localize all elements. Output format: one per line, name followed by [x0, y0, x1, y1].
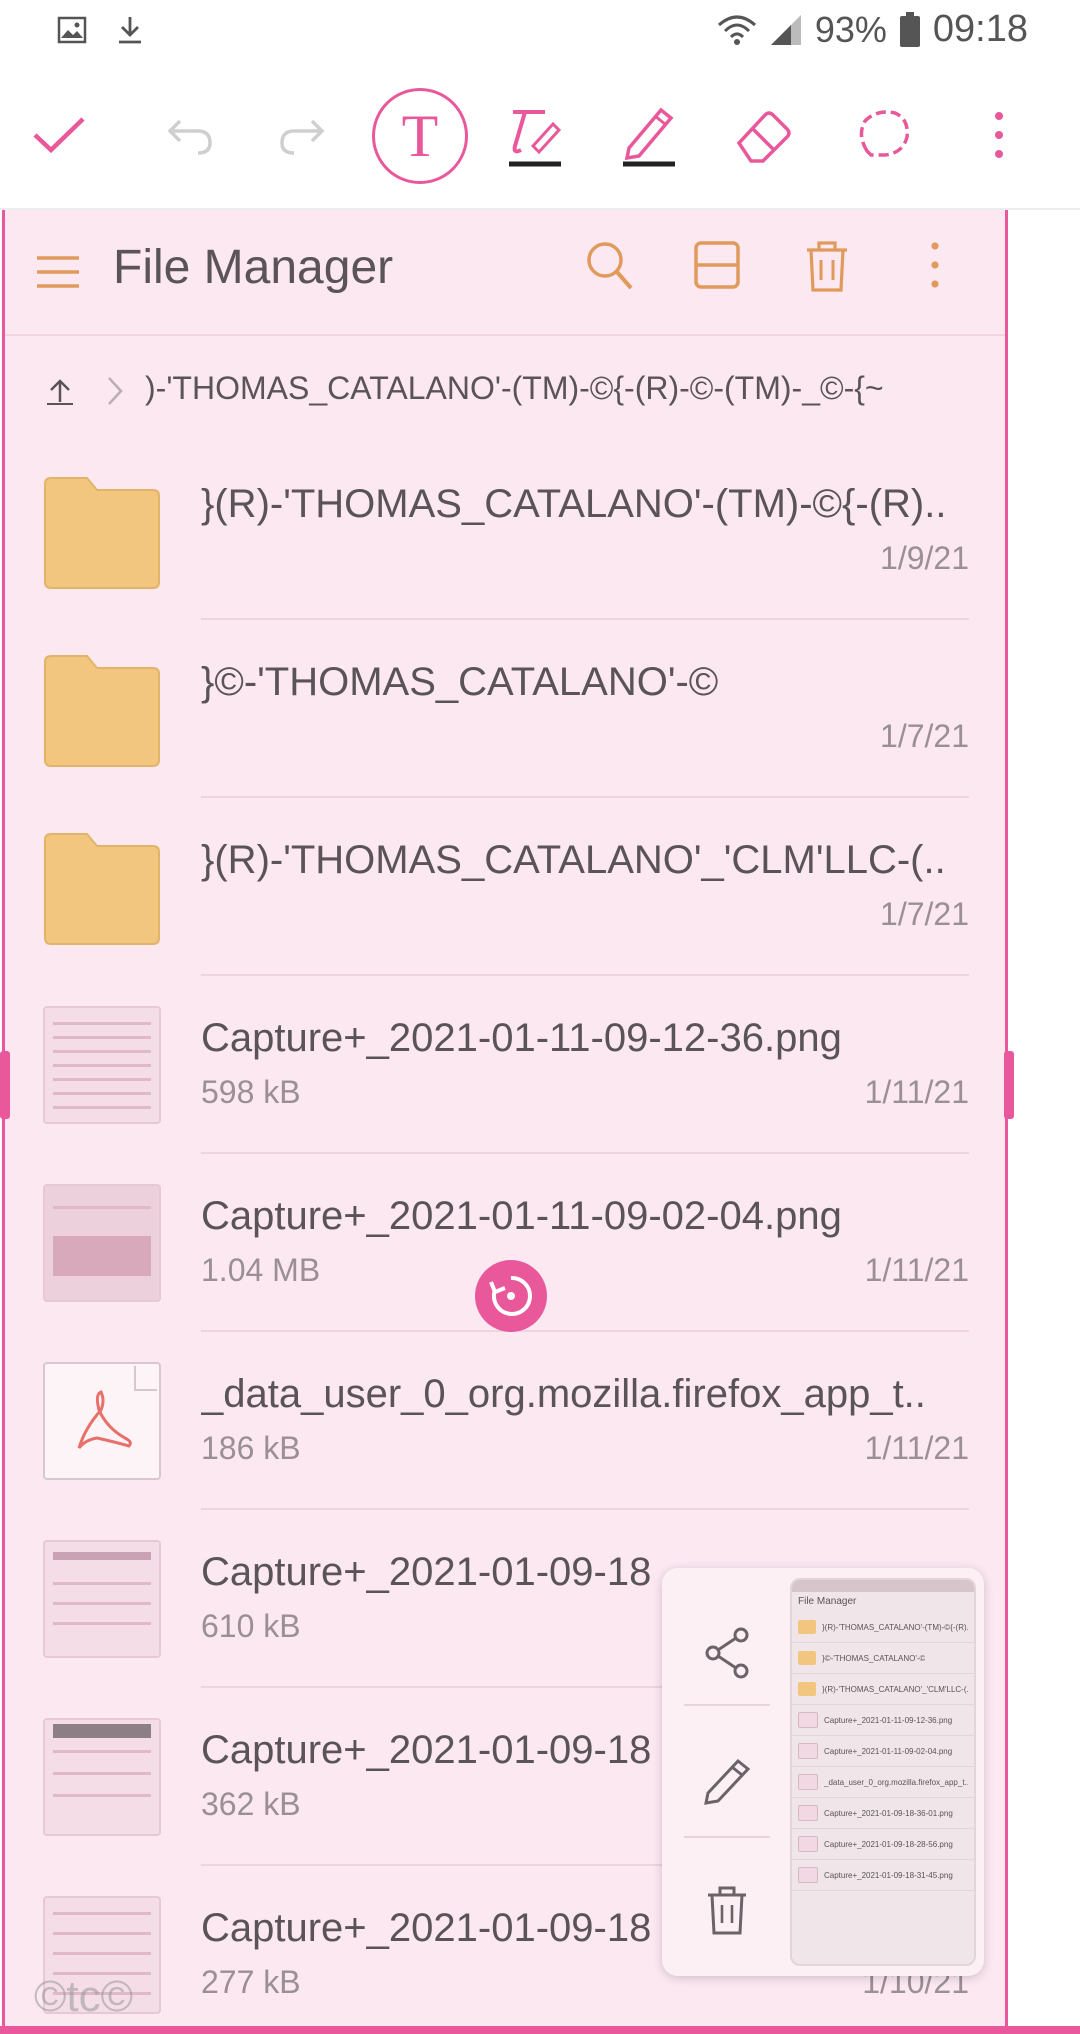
- pdf-icon: [798, 1774, 818, 1790]
- text-tool-button[interactable]: T: [372, 88, 468, 184]
- crop-handle-left[interactable]: [0, 1051, 10, 1119]
- folder-icon: [798, 1651, 816, 1665]
- download-icon: [114, 14, 146, 46]
- preview-actions: [662, 1568, 792, 1976]
- redo-icon[interactable]: [258, 80, 348, 190]
- screenshot-thumbnail[interactable]: File Manager }(R)-'THOMAS_CATALANO'-(TM)…: [790, 1578, 976, 1966]
- file-date: 1/11/21: [864, 1430, 969, 1466]
- file-date: 1/7/21: [880, 718, 969, 754]
- thumb-row: Capture+_2021-01-11-09-02-04.png: [792, 1736, 974, 1767]
- thumb-row: Capture+_2021-01-09-18-31-45.png: [792, 1860, 974, 1891]
- file-name: Capture+_2021-01-11-09-12-36.png: [201, 1016, 842, 1060]
- folder-icon: [43, 650, 161, 768]
- check-icon[interactable]: [14, 80, 104, 190]
- breadcrumb-path[interactable]: )-'THOMAS_CATALANO'-(TM)-©{-(R)-©-(TM)-_…: [145, 370, 975, 407]
- pen-tool-icon[interactable]: [490, 80, 580, 190]
- status-left-icons: [56, 14, 146, 46]
- file-size: 362 kB: [201, 1786, 301, 1822]
- file-name: }(R)-'THOMAS_CATALANO'_'CLM'LLC-(..: [201, 838, 946, 882]
- file-size: 277 kB: [201, 1964, 301, 2000]
- file-manager-app-bar: File Manager: [5, 210, 1005, 334]
- crop-handle-right[interactable]: [1004, 1051, 1014, 1119]
- file-name: }(R)-'THOMAS_CATALANO'-(TM)-©{-(R)..: [201, 482, 947, 526]
- eraser-icon[interactable]: [718, 80, 808, 190]
- delete-icon[interactable]: [684, 1856, 770, 1966]
- file-size: 186 kB: [201, 1430, 301, 1466]
- image-icon: [798, 1805, 818, 1821]
- pencil-tool-icon[interactable]: [604, 80, 694, 190]
- action-divider: [684, 1836, 770, 1838]
- list-item[interactable]: }©-'THOMAS_CATALANO'-© 1/7/21: [5, 620, 1005, 798]
- folder-icon: [43, 472, 161, 590]
- screenshot-preview-panel: File Manager }(R)-'THOMAS_CATALANO'-(TM)…: [662, 1568, 984, 1976]
- file-name: _data_user_0_org.mozilla.firefox_app_t..: [201, 1372, 926, 1416]
- watermark: ©tc©: [34, 1972, 134, 2021]
- battery-icon: [899, 11, 921, 48]
- list-item[interactable]: }(R)-'THOMAS_CATALANO'_'CLM'LLC-(.. 1/7/…: [5, 798, 1005, 976]
- chevron-right-icon: [105, 374, 127, 413]
- thumb-row: Capture+_2021-01-11-09-12-36.png: [792, 1705, 974, 1736]
- file-size: 1.04 MB: [201, 1252, 321, 1288]
- drawing-toolbar: [0, 80, 1080, 190]
- thumb-row: Capture+_2021-01-09-18-36-01.png: [792, 1798, 974, 1829]
- thumb-row: }(R)-'THOMAS_CATALANO'_'CLM'LLC-(..: [792, 1674, 974, 1705]
- list-item[interactable]: _data_user_0_org.mozilla.firefox_app_t..…: [5, 1332, 1005, 1510]
- battery-percent: 93%: [814, 8, 887, 50]
- file-name: }©-'THOMAS_CATALANO'-©: [201, 660, 719, 704]
- lasso-icon[interactable]: [838, 80, 928, 190]
- signal-icon: [769, 13, 803, 47]
- more-icon[interactable]: [954, 80, 1044, 190]
- rotate-icon[interactable]: [475, 1260, 547, 1332]
- edit-icon[interactable]: [684, 1724, 770, 1834]
- folder-icon: [798, 1682, 816, 1696]
- thumb-title: File Manager: [798, 1596, 857, 1607]
- undo-icon[interactable]: [144, 80, 234, 190]
- status-bar: 93% 09:18: [0, 0, 1080, 64]
- list-item[interactable]: }(R)-'THOMAS_CATALANO'-(TM)-©{-(R).. 1/9…: [5, 442, 1005, 620]
- wifi-icon: [717, 13, 757, 47]
- pdf-icon: [43, 1362, 161, 1480]
- image-thumbnail: [43, 1006, 161, 1124]
- file-date: 1/11/21: [864, 1252, 969, 1288]
- folder-icon: [798, 1620, 816, 1634]
- thumb-row: _data_user_0_org.mozilla.firefox_app_t..: [792, 1767, 974, 1798]
- image-icon: [56, 14, 88, 46]
- thumb-status-bar: [792, 1580, 974, 1592]
- app-title: File Manager: [113, 241, 394, 294]
- status-right: 93% 09:18: [717, 8, 1028, 51]
- overflow-menu-icon[interactable]: [929, 240, 941, 295]
- file-date: 1/7/21: [880, 896, 969, 932]
- navigate-up-icon[interactable]: [45, 376, 75, 411]
- search-icon[interactable]: [585, 240, 635, 299]
- text-tool-icon: T: [401, 103, 439, 169]
- list-item[interactable]: Capture+_2021-01-11-09-12-36.png 598 kB …: [5, 976, 1005, 1154]
- layout-icon[interactable]: [693, 240, 741, 297]
- image-icon: [798, 1836, 818, 1852]
- thumb-row: Capture+_2021-01-09-18-28-56.png: [792, 1829, 974, 1860]
- breadcrumb: )-'THOMAS_CATALANO'-(TM)-©{-(R)-©-(TM)-_…: [5, 336, 1005, 452]
- action-divider: [684, 1704, 770, 1706]
- thumb-row: }©-'THOMAS_CATALANO'-©: [792, 1643, 974, 1674]
- file-name: Capture+_2021-01-11-09-02-04.png: [201, 1194, 842, 1238]
- file-size: 598 kB: [201, 1074, 301, 1110]
- file-date: 1/9/21: [880, 540, 969, 576]
- image-thumbnail: [43, 1184, 161, 1302]
- image-icon: [798, 1867, 818, 1883]
- menu-icon[interactable]: [35, 254, 81, 295]
- thumb-row: }(R)-'THOMAS_CATALANO'-(TM)-©{-(R)..: [792, 1612, 974, 1643]
- bottom-accent-line: [0, 2026, 1080, 2034]
- file-date: 1/11/21: [864, 1074, 969, 1110]
- image-thumbnail: [43, 1718, 161, 1836]
- delete-icon[interactable]: [805, 240, 849, 299]
- file-size: 610 kB: [201, 1608, 301, 1644]
- clock: 09:18: [932, 8, 1028, 50]
- share-icon[interactable]: [684, 1598, 770, 1708]
- folder-icon: [43, 828, 161, 946]
- image-icon: [798, 1712, 818, 1728]
- image-icon: [798, 1743, 818, 1759]
- image-thumbnail: [43, 1540, 161, 1658]
